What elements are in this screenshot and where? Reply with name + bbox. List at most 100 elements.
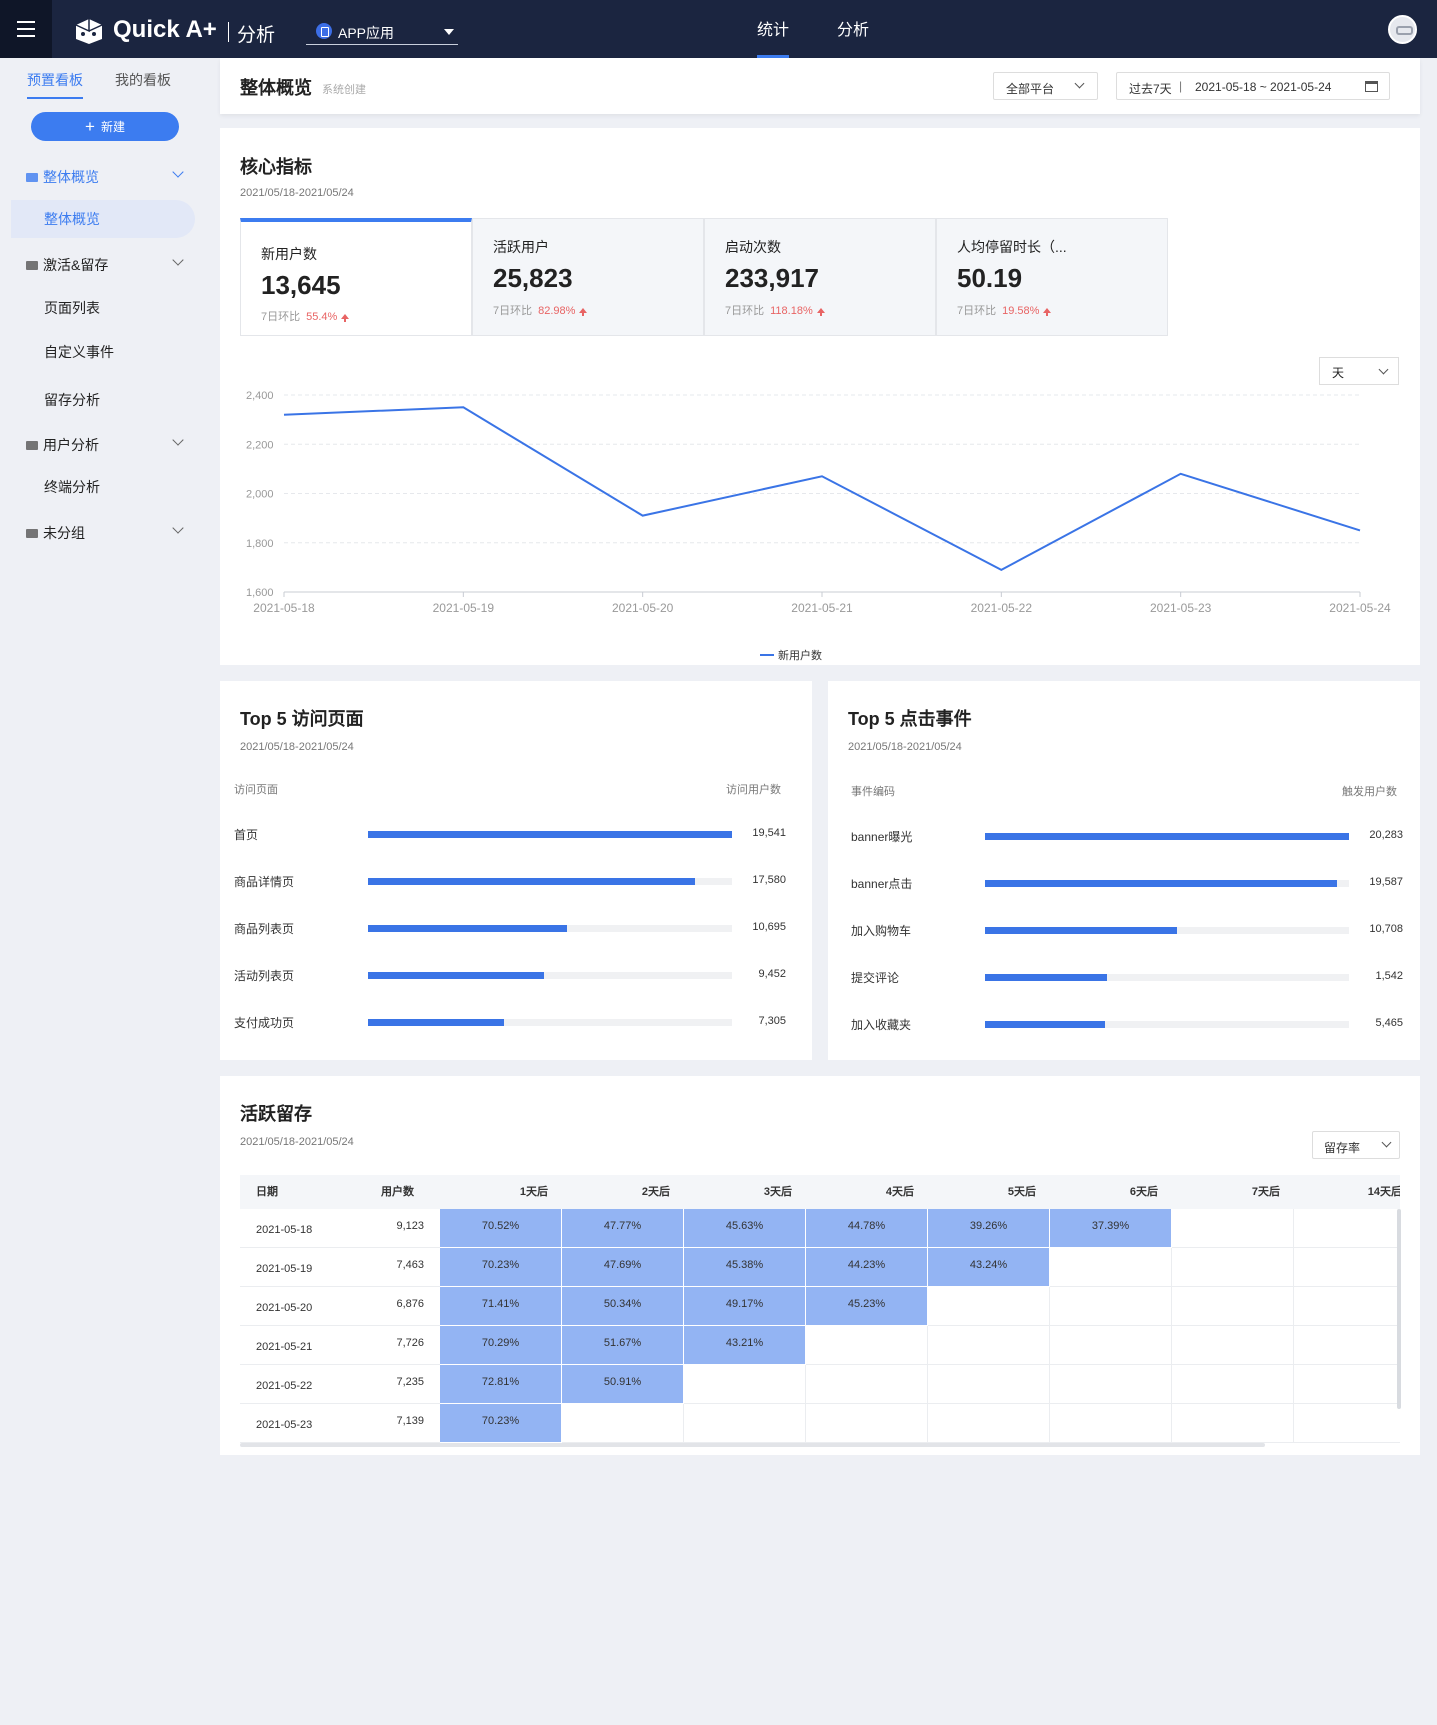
retention-cell[interactable]: 50.91% <box>562 1365 684 1404</box>
empty-cell <box>1294 1365 1400 1404</box>
kpi-card-active-users[interactable]: 活跃用户 25,823 7日环比 82.98% <box>472 218 704 336</box>
data-point[interactable] <box>461 405 465 409</box>
retention-cell[interactable]: 39.26% <box>928 1209 1050 1248</box>
brand-name: Quick A+ <box>113 16 217 43</box>
column-header-event: 事件编码 <box>851 786 895 798</box>
retention-cell[interactable]: 43.21% <box>684 1326 806 1365</box>
retention-cell[interactable]: 45.38% <box>684 1248 806 1287</box>
new-button[interactable]: + 新建 <box>31 112 179 141</box>
sidebar-group-label: 整体概览 <box>43 169 99 185</box>
app-selector[interactable]: APP应用 <box>306 18 458 45</box>
bar-fill[interactable] <box>985 927 1178 934</box>
data-point[interactable] <box>282 413 286 417</box>
date-range-picker[interactable]: 过去7天 | 2021-05-18 ~ 2021-05-24 <box>1116 72 1390 100</box>
sidebar-item-page-list[interactable]: 页面列表 <box>44 298 100 318</box>
data-point[interactable] <box>641 514 645 518</box>
bar-fill[interactable] <box>985 974 1108 981</box>
y-tick-label: 2,000 <box>246 489 274 501</box>
sidebar-group-ungrouped[interactable]: 未分组 <box>26 523 85 543</box>
list-item-value: 9,452 <box>758 968 786 980</box>
platform-select[interactable]: 全部平台 <box>993 72 1098 100</box>
calendar-icon[interactable] <box>1365 81 1378 92</box>
horizontal-scrollbar[interactable] <box>240 1443 1265 1447</box>
kpi-card-launches[interactable]: 启动次数 233,917 7日环比 118.18% <box>704 218 936 336</box>
kpi-value: 13,645 <box>261 270 341 300</box>
bar-track <box>985 880 1349 887</box>
data-point[interactable] <box>999 568 1003 572</box>
list-item-value: 1,542 <box>1375 970 1403 982</box>
column-header-users: 访问用户数 <box>726 784 781 796</box>
bar-track <box>985 1021 1349 1028</box>
data-point[interactable] <box>1358 528 1362 532</box>
data-point[interactable] <box>1179 472 1183 476</box>
empty-cell <box>1172 1365 1294 1404</box>
bar-fill[interactable] <box>368 1019 505 1026</box>
legend-label[interactable]: 新用户数 <box>778 648 822 662</box>
empty-cell <box>806 1326 928 1365</box>
brand-divider <box>228 22 229 42</box>
retention-cell[interactable]: 43.24% <box>928 1248 1050 1287</box>
retention-cell[interactable]: 47.69% <box>562 1248 684 1287</box>
app-selector-label: APP应用 <box>338 25 395 41</box>
row-users: 7,726 <box>396 1337 424 1349</box>
sidebar-item-retention[interactable]: 留存分析 <box>44 390 100 410</box>
list-item-value: 19,587 <box>1369 876 1403 888</box>
bar-fill[interactable] <box>368 831 732 838</box>
kpi-card-avg-duration[interactable]: 人均停留时长（... 50.19 7日环比 19.58% <box>936 218 1168 336</box>
nav-analysis[interactable]: 分析 <box>837 0 869 58</box>
tab-preset-boards[interactable]: 预置看板 <box>27 70 83 99</box>
retention-cell[interactable]: 70.23% <box>440 1404 562 1443</box>
bar-fill[interactable] <box>985 833 1349 840</box>
kpi-card-new-users[interactable]: 新用户数 13,645 7日环比 55.4% <box>240 218 472 336</box>
retention-mode-select[interactable]: 留存率 <box>1312 1131 1400 1159</box>
sidebar-group-activation[interactable]: 激活&留存 <box>26 255 108 275</box>
retention-cell[interactable]: 70.23% <box>440 1248 562 1287</box>
kpi-value: 233,917 <box>725 263 819 293</box>
sidebar-group-users[interactable]: 用户分析 <box>26 435 99 455</box>
bar-fill[interactable] <box>985 880 1337 887</box>
card-title: Top 5 访问页面 <box>240 709 364 729</box>
table-row: 2021-05-18 9,123 <box>240 1209 440 1248</box>
kpi-compare-label: 7日环比 <box>725 305 765 317</box>
kpi-compare: 7日环比 118.18% <box>725 302 825 318</box>
avatar[interactable] <box>1388 15 1417 44</box>
bar-fill[interactable] <box>985 1021 1106 1028</box>
date-range-divider: | <box>1179 79 1183 93</box>
retention-cell[interactable]: 70.52% <box>440 1209 562 1248</box>
retention-cell[interactable]: 44.78% <box>806 1209 928 1248</box>
sidebar-item-overview[interactable]: 整体概览 <box>44 209 100 229</box>
column-header-page: 访问页面 <box>234 784 278 796</box>
retention-cell[interactable]: 50.34% <box>562 1287 684 1326</box>
retention-mode-label: 留存率 <box>1324 1141 1361 1155</box>
retention-cell[interactable]: 72.81% <box>440 1365 562 1404</box>
menu-icon[interactable] <box>0 0 52 58</box>
x-tick-label: 2021-05-23 <box>1150 601 1212 615</box>
sidebar-item-terminal[interactable]: 终端分析 <box>44 477 100 497</box>
retention-cell[interactable]: 45.63% <box>684 1209 806 1248</box>
retention-cell[interactable]: 70.29% <box>440 1326 562 1365</box>
retention-cell[interactable]: 45.23% <box>806 1287 928 1326</box>
table-header-cell: 6天后 <box>1129 1186 1158 1198</box>
sidebar-item-custom-events[interactable]: 自定义事件 <box>44 342 114 362</box>
retention-cell[interactable]: 51.67% <box>562 1326 684 1365</box>
retention-cell[interactable]: 71.41% <box>440 1287 562 1326</box>
list-item-label: 商品列表页 <box>234 922 295 936</box>
retention-cell[interactable]: 49.17% <box>684 1287 806 1326</box>
tab-my-boards[interactable]: 我的看板 <box>115 70 171 90</box>
empty-cell <box>1172 1287 1294 1326</box>
retention-cell[interactable]: 47.77% <box>562 1209 684 1248</box>
retention-cell[interactable]: 37.39% <box>1050 1209 1172 1248</box>
empty-cell <box>806 1365 928 1404</box>
chevron-down-icon <box>1381 1137 1392 1148</box>
empty-cell <box>1172 1209 1294 1248</box>
bar-track <box>985 833 1349 840</box>
sidebar-group-overview[interactable]: 整体概览 <box>26 167 99 187</box>
bar-fill[interactable] <box>368 925 568 932</box>
nav-statistics[interactable]: 统计 <box>757 0 790 58</box>
bar-fill[interactable] <box>368 878 696 885</box>
vertical-scrollbar[interactable] <box>1397 1209 1401 1409</box>
data-point[interactable] <box>820 474 824 478</box>
retention-cell[interactable]: 44.23% <box>806 1248 928 1287</box>
bar-fill[interactable] <box>368 972 545 979</box>
series-line[interactable] <box>283 406 1361 571</box>
